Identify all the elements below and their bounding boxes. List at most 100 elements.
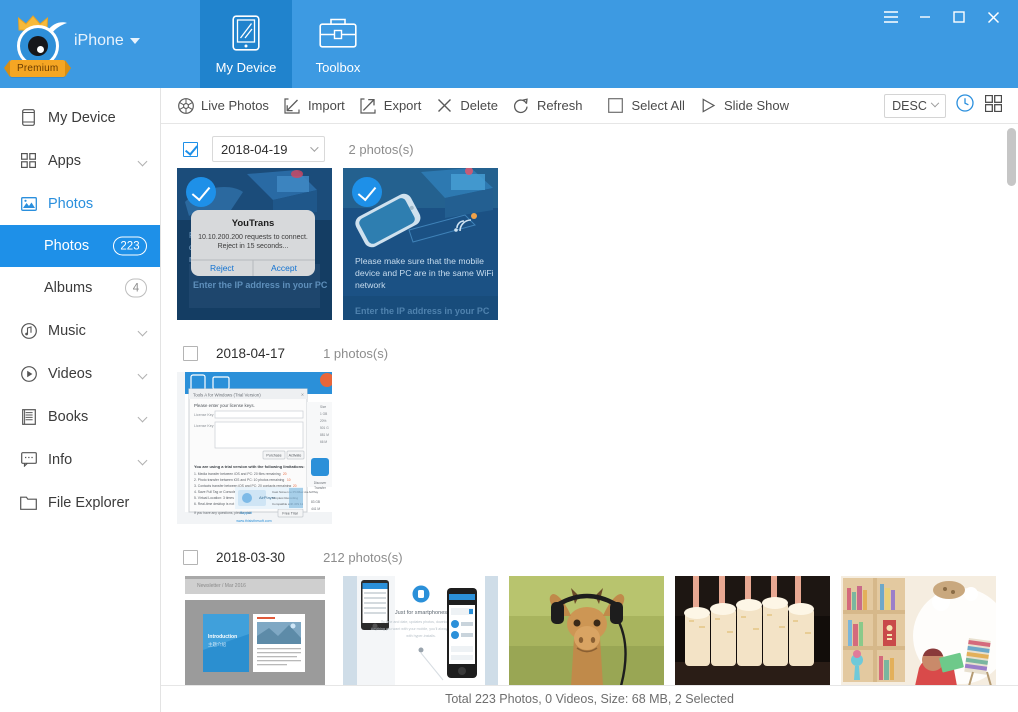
thumbnail-row: Enter the IP address in your PC network … xyxy=(177,168,1000,328)
chevron-down-icon xyxy=(137,369,148,380)
group-photo-count: 2 photos(s) xyxy=(348,141,414,157)
group-photo-count: 212 photos(s) xyxy=(323,549,403,565)
svg-text:1. Media transfer between iOS: 1. Media transfer between iOS and PC: 20… xyxy=(194,472,281,476)
thumbnail-row: Tools A for Windows (Trial Version) × Pl… xyxy=(177,372,1000,532)
sidebar-item-my-device[interactable]: My Device xyxy=(0,96,160,139)
sidebar-item-music[interactable]: Music xyxy=(0,309,160,352)
photo-content-area: 2018-04-19 2 photos(s) Enter the IP addr… xyxy=(161,124,1018,685)
group-checkbox[interactable] xyxy=(183,549,198,565)
svg-text:Size: Size xyxy=(320,405,326,409)
play-triangle-icon xyxy=(700,97,717,114)
time-view-button[interactable] xyxy=(952,93,978,119)
grid-icon xyxy=(984,94,1002,117)
photo-thumbnail-giraffe[interactable] xyxy=(509,576,664,685)
tab-toolbox[interactable]: Toolbox xyxy=(292,0,384,88)
window-controls xyxy=(874,0,1010,34)
svg-text:20: 20 xyxy=(283,472,287,476)
photo-artwork xyxy=(841,576,996,685)
chevron-down-icon xyxy=(137,156,148,167)
device-name-label: iPhone xyxy=(74,32,124,49)
svg-text:Support: Support xyxy=(240,511,252,515)
group-date-label: 2018-04-19 xyxy=(221,141,288,157)
date-group-header: 2018-04-19 2 photos(s) xyxy=(177,124,1000,168)
svg-text:Purchase: Purchase xyxy=(266,454,281,458)
vertical-scrollbar[interactable] xyxy=(1007,126,1016,682)
svg-text:device and PC are in the same: device and PC are in the same WiFi xyxy=(355,268,494,278)
content-toolbar: Live Photos Import Export Delete Refresh… xyxy=(161,88,1018,124)
app-logo: Premium xyxy=(3,13,72,77)
refresh-button[interactable]: Refresh xyxy=(511,88,596,123)
sidebar-subitem-albums[interactable]: Albums 4 xyxy=(0,267,160,309)
tab-my-device-label: My Device xyxy=(215,59,277,75)
books-icon xyxy=(20,408,37,425)
group-checkbox[interactable] xyxy=(183,141,198,157)
photo-artwork: Just for smartphones To time and date, u… xyxy=(343,576,498,685)
export-label: Export xyxy=(383,98,422,113)
photo-thumbnail-document-page[interactable]: Newsletter / Mar 2016 Introduction 主题介绍 xyxy=(177,576,332,685)
import-label: Import xyxy=(307,98,345,113)
nav-tabs: My Device Toolbox xyxy=(200,0,384,88)
svg-text:Accept: Accept xyxy=(271,263,298,273)
chevron-down-icon xyxy=(137,326,148,337)
sidebar-item-photos[interactable]: Photos xyxy=(0,182,160,225)
photo-icon xyxy=(20,195,37,212)
scrollbar-thumb[interactable] xyxy=(1007,128,1016,186)
chevron-down-icon xyxy=(137,455,148,466)
photo-thumbnail-youtrans[interactable]: Enter the IP address in your PC network … xyxy=(177,168,332,320)
date-selector[interactable]: 2018-04-19 xyxy=(212,136,325,162)
minimize-button[interactable] xyxy=(908,3,942,31)
live-photos-button[interactable]: Live Photos xyxy=(175,88,282,123)
sidebar-item-music-label: Music xyxy=(48,322,86,339)
tab-my-device[interactable]: My Device xyxy=(200,0,292,88)
sort-order-value: DESC xyxy=(892,98,927,113)
photo-selected-check[interactable] xyxy=(186,177,216,207)
photo-scroll-area[interactable]: 2018-04-19 2 photos(s) Enter the IP addr… xyxy=(161,124,1018,685)
sidebar-subitem-photos[interactable]: Photos 223 xyxy=(0,225,160,267)
select-all-button[interactable]: Select All xyxy=(605,88,697,123)
svg-text:Tools A for Windows (Trial Ver: Tools A for Windows (Trial Version) xyxy=(193,393,261,398)
sidebar-item-info[interactable]: Info xyxy=(0,438,160,481)
title-bar: Premium iPhone My Device Toolbox xyxy=(0,0,1018,88)
svg-text:83 GB: 83 GB xyxy=(311,500,320,504)
slide-show-button[interactable]: Slide Show xyxy=(698,88,802,123)
maximize-button[interactable] xyxy=(942,3,976,31)
sidebar-item-apps[interactable]: Apps xyxy=(0,139,160,182)
svg-text:YouTrans: YouTrans xyxy=(232,218,275,229)
group-date-label: 2018-04-17 xyxy=(216,345,286,361)
svg-text:441 M: 441 M xyxy=(311,507,320,511)
group-checkbox[interactable] xyxy=(183,345,198,361)
svg-text:2. Photo transfer between iOS: 2. Photo transfer between iOS and PC: 10… xyxy=(194,478,284,482)
device-selector[interactable]: iPhone xyxy=(74,32,140,56)
export-arrow-icon xyxy=(360,97,377,114)
live-photos-label: Live Photos xyxy=(201,98,269,113)
briefcase-icon xyxy=(319,14,357,52)
sidebar-subitem-albums-label: Albums xyxy=(44,280,93,296)
sidebar-item-file-explorer[interactable]: File Explorer xyxy=(0,481,160,524)
import-button[interactable]: Import xyxy=(282,88,358,123)
photo-thumbnail-license-dialog[interactable]: Tools A for Windows (Trial Version) × Pl… xyxy=(177,372,332,524)
photo-thumbnail-wifi[interactable]: Please make sure that the mobile device … xyxy=(343,168,498,320)
svg-text:License Key 1: License Key 1 xyxy=(194,413,217,417)
delete-button[interactable]: Delete xyxy=(434,88,511,123)
photo-selected-check[interactable] xyxy=(352,177,382,207)
export-button[interactable]: Export xyxy=(358,88,435,123)
thumbnail-row: Newsletter / Mar 2016 Introduction 主题介绍 xyxy=(177,576,1000,685)
svg-text:You are using a trial version: You are using a trial version with the f… xyxy=(194,464,305,469)
photo-thumbnail-popsicles[interactable] xyxy=(675,576,830,685)
group-date-label: 2018-03-30 xyxy=(216,549,286,565)
svg-text:主题介绍: 主题介绍 xyxy=(208,641,226,648)
photo-thumbnail-just-for-smartphones[interactable]: Just for smartphones To time and date, u… xyxy=(343,576,498,685)
sort-order-select[interactable]: DESC xyxy=(884,93,946,118)
chevron-down-icon xyxy=(137,412,148,423)
date-group-header: 2018-04-17 1 photos(s) xyxy=(177,328,1000,372)
close-button[interactable] xyxy=(976,3,1010,31)
grid-view-button[interactable] xyxy=(980,93,1006,119)
svg-text:Activate: Activate xyxy=(289,454,302,458)
photo-thumbnail-bookshelf[interactable] xyxy=(841,576,996,685)
premium-ribbon: Premium xyxy=(3,60,72,77)
svg-text:×: × xyxy=(301,393,304,399)
sidebar-item-books[interactable]: Books xyxy=(0,395,160,438)
menu-button[interactable] xyxy=(874,3,908,31)
sidebar-item-videos[interactable]: Videos xyxy=(0,352,160,395)
svg-text:Free Trial: Free Trial xyxy=(282,512,297,516)
